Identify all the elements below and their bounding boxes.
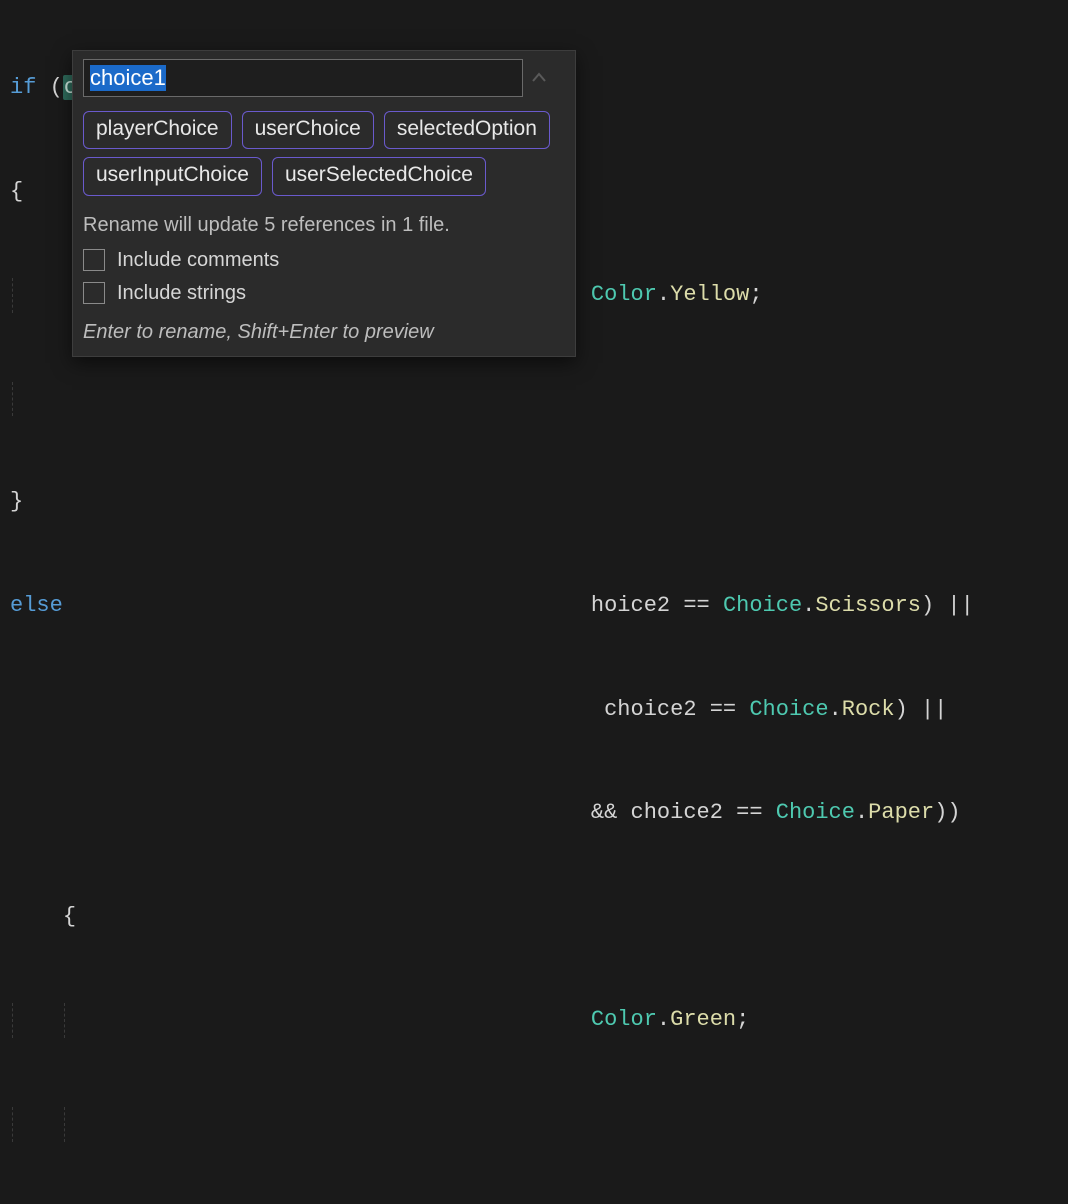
code-line: { xyxy=(10,900,974,935)
keyword-if: if xyxy=(10,75,36,100)
suggestion-chip[interactable]: selectedOption xyxy=(384,111,550,149)
checkbox-label: Include strings xyxy=(117,282,246,305)
code-line: else hoice2 == Choice.Scissors) || xyxy=(10,589,974,624)
code-line: choice2 == Choice.Rock) || xyxy=(10,693,974,728)
suggestion-chip[interactable]: userChoice xyxy=(242,111,374,149)
suggestion-chip[interactable]: playerChoice xyxy=(83,111,232,149)
chevron-up-icon[interactable] xyxy=(531,68,547,86)
rename-input-row xyxy=(83,59,565,97)
checkbox[interactable] xyxy=(83,282,105,304)
checkbox[interactable] xyxy=(83,249,105,271)
rename-suggestions: playerChoice userChoice selectedOption u… xyxy=(83,111,565,196)
suggestion-chip[interactable]: userSelectedChoice xyxy=(272,157,486,195)
checkbox-label: Include comments xyxy=(117,249,279,272)
code-line: } xyxy=(10,485,974,520)
include-comments-row[interactable]: Include comments xyxy=(83,249,565,272)
include-strings-row[interactable]: Include strings xyxy=(83,282,565,305)
code-line: && choice2 == Choice.Paper)) xyxy=(10,796,974,831)
suggestion-chip[interactable]: userInputChoice xyxy=(83,157,262,195)
code-line xyxy=(10,382,974,417)
rename-hint: Enter to rename, Shift+Enter to preview xyxy=(83,321,565,344)
rename-popup: playerChoice userChoice selectedOption u… xyxy=(72,50,576,357)
code-line: Color.Green; xyxy=(10,1003,974,1038)
code-line xyxy=(10,1107,974,1142)
rename-status: Rename will update 5 references in 1 fil… xyxy=(83,214,565,237)
rename-input[interactable] xyxy=(83,59,523,97)
